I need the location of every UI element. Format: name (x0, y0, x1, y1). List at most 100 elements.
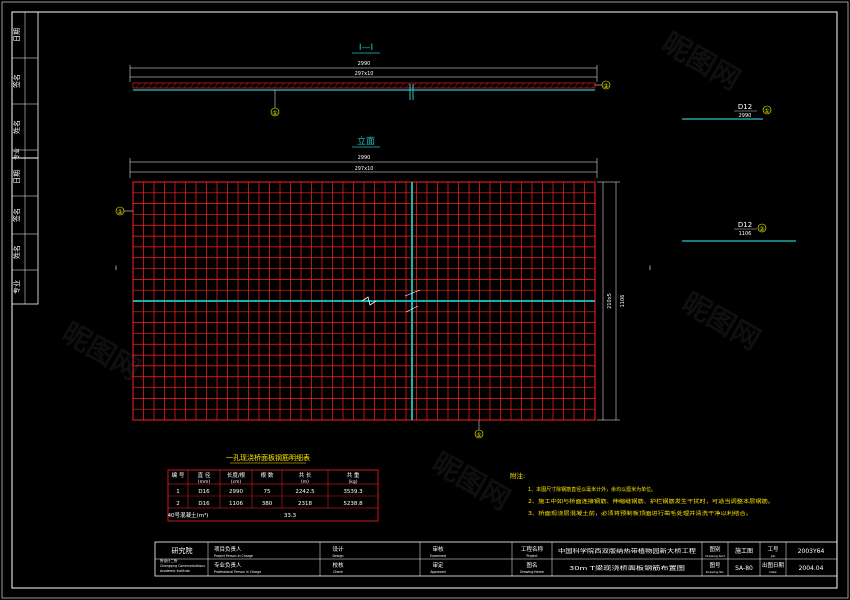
section-hatch-line (447, 82, 453, 89)
tb-left-line-2: Chongqing Communications (160, 564, 205, 568)
section-hatch-line (273, 82, 279, 89)
tb-check: 校核 (332, 561, 344, 569)
section-hatch-line (249, 82, 255, 89)
section-hatch-line (507, 82, 513, 89)
section-hatch-line (471, 82, 477, 89)
table-cell: D16 (198, 501, 210, 507)
section-hatch-line (387, 82, 393, 89)
tb-drawing-type: 施工图 (735, 547, 753, 555)
section-hatch-line (207, 82, 213, 89)
section-hatch-line (549, 82, 555, 89)
section-hatch-line (189, 82, 195, 89)
section-hatch-line (489, 82, 495, 89)
bar-detail-1-label: D12 (738, 103, 752, 111)
section-hatch-line (159, 82, 165, 89)
tb-job-label: 工号 (767, 546, 779, 553)
table-header-unit: (m) (301, 479, 309, 485)
section-hatch-line (135, 82, 141, 89)
section-hatch-line (195, 82, 201, 89)
tb-job-no: 2003Y64 (798, 548, 825, 555)
section-hatch-line (381, 82, 387, 89)
section-hatch-line (405, 82, 411, 89)
section-hatch-line (339, 82, 345, 89)
rebar-table-cells: 编 号 直 径(mm) 长度/根(cm) 根 数 共 长(m) 共 重(kg) 1 D16 29… (172, 471, 363, 507)
rebar-table-title: 一孔现浇桥面板钢筋明细表 (226, 453, 310, 462)
note-item-2: 2、施工中如与桥面连接钢筋、伸缩缝钢筋、护栏钢筋发生干扰时，可适当调整本层钢筋。 (528, 498, 774, 505)
cut-marker-right: I (649, 265, 651, 272)
tb-approve: 审定 (432, 561, 444, 569)
section-hatch-line (423, 82, 429, 89)
tb-drawing-type-label: 图别 (709, 545, 720, 553)
section-hatch-line (237, 82, 243, 89)
table-cell: 1106 (229, 501, 243, 507)
tb-design-en: Design (332, 554, 343, 558)
table-cell: 75 (264, 489, 271, 495)
section-hatch-line (573, 82, 579, 89)
section-hatch-line (147, 82, 153, 89)
section-hatch-line (231, 82, 237, 89)
section-hatch-line (399, 82, 405, 89)
section-hatch-line (519, 82, 525, 89)
section-hatch-line (495, 82, 501, 89)
tb-design: 设计 (332, 545, 344, 553)
section-hatch-line (375, 82, 381, 89)
section-hatch-line (285, 82, 291, 89)
sidebar-lower-0: 日期 (13, 170, 21, 184)
tb-lead-cn: 项目负责人 (214, 545, 242, 553)
bar-detail-2-label: D12 (738, 221, 752, 229)
notes: 附注: 1、本图尺寸除钢筋直径以毫米计外，余均以厘米为单位。 2、施工中如与桥面… (510, 471, 774, 517)
table-header-cell: 长度/根 (227, 471, 246, 479)
table-header-cell: 编 号 (172, 471, 185, 479)
bar-detail-2-marker: ② (759, 226, 765, 233)
section-hatch-line (369, 82, 375, 89)
tb-review-en: Examined (430, 554, 446, 558)
section-hatch-line (177, 82, 183, 89)
elevation-view: 立面 2990 297x10 ② ① I I 210x5 1106 (115, 135, 651, 439)
section-hatch-line (417, 82, 423, 89)
section-hatch-line (477, 82, 483, 89)
section-hatch-line (327, 82, 333, 89)
tb-drawing-no-label-en: Drawing No. (706, 570, 724, 574)
section-hatch-line (255, 82, 261, 89)
note-item-3: 3、桥面现浇层混凝土前，必须将预制板顶面进行凿毛处理并清洗干净以利结合。 (528, 510, 752, 517)
section-hatch-line (537, 82, 543, 89)
section-hatch-line (363, 82, 369, 89)
sidebar-upper-2: 姓名 (12, 120, 21, 134)
section-title: I—I (359, 43, 373, 53)
section-hatch-line (585, 82, 591, 89)
section-hatch-line (531, 82, 537, 89)
sidebar-upper-3: 专业 (13, 148, 21, 160)
table-cell: 3539.3 (343, 489, 363, 495)
tb-left-line-3: Academic Institute (160, 569, 190, 573)
tb-project-name: 中国科学院西双版纳热带植物园新大桥工程 (558, 547, 697, 555)
elevation-dim-right-a: 210x5 (607, 293, 613, 309)
section-hatch-line (279, 82, 285, 89)
tb-project-label: 工程名称 (521, 545, 544, 553)
sidebar-upper-1: 签名 (12, 74, 21, 88)
section-hatch-line (357, 82, 363, 89)
sidebar-lower-2: 姓名 (12, 245, 21, 259)
rebar-table-footer-label: 40号混凝土(m³) (168, 511, 209, 519)
section-hatch-line (351, 82, 357, 89)
tb-job-label-en: Job (770, 554, 776, 558)
section-hatch-line (543, 82, 549, 89)
elevation-marker-1: ① (476, 432, 481, 439)
section-hatch-line (513, 82, 519, 89)
tb-date-label: 出图日期 (762, 561, 785, 569)
note-item-1: 1、本图尺寸除钢筋直径以毫米计外，余均以厘米为单位。 (528, 486, 656, 493)
bar-detail-2-length: 1106 (739, 231, 752, 237)
notes-title: 附注: (510, 471, 525, 480)
table-cell: D16 (198, 489, 210, 495)
section-marker-2: ② (603, 83, 609, 90)
section-hatch-line (303, 82, 309, 89)
bar-detail-1: D12 2990 ① (682, 103, 772, 120)
drawing-border (1, 1, 849, 599)
section-view: I—I 2990 297x10 ① ② (129, 43, 611, 117)
sidebar-upper-0: 日期 (13, 28, 21, 42)
table-cell: 2318 (298, 501, 312, 507)
section-hatch-line (459, 82, 465, 89)
section-hatch-line (153, 82, 159, 89)
bar-detail-1-marker: ① (764, 108, 769, 115)
tb-drawing-name-label-en: Drawing Name (520, 570, 544, 574)
section-hatch-line (321, 82, 327, 89)
